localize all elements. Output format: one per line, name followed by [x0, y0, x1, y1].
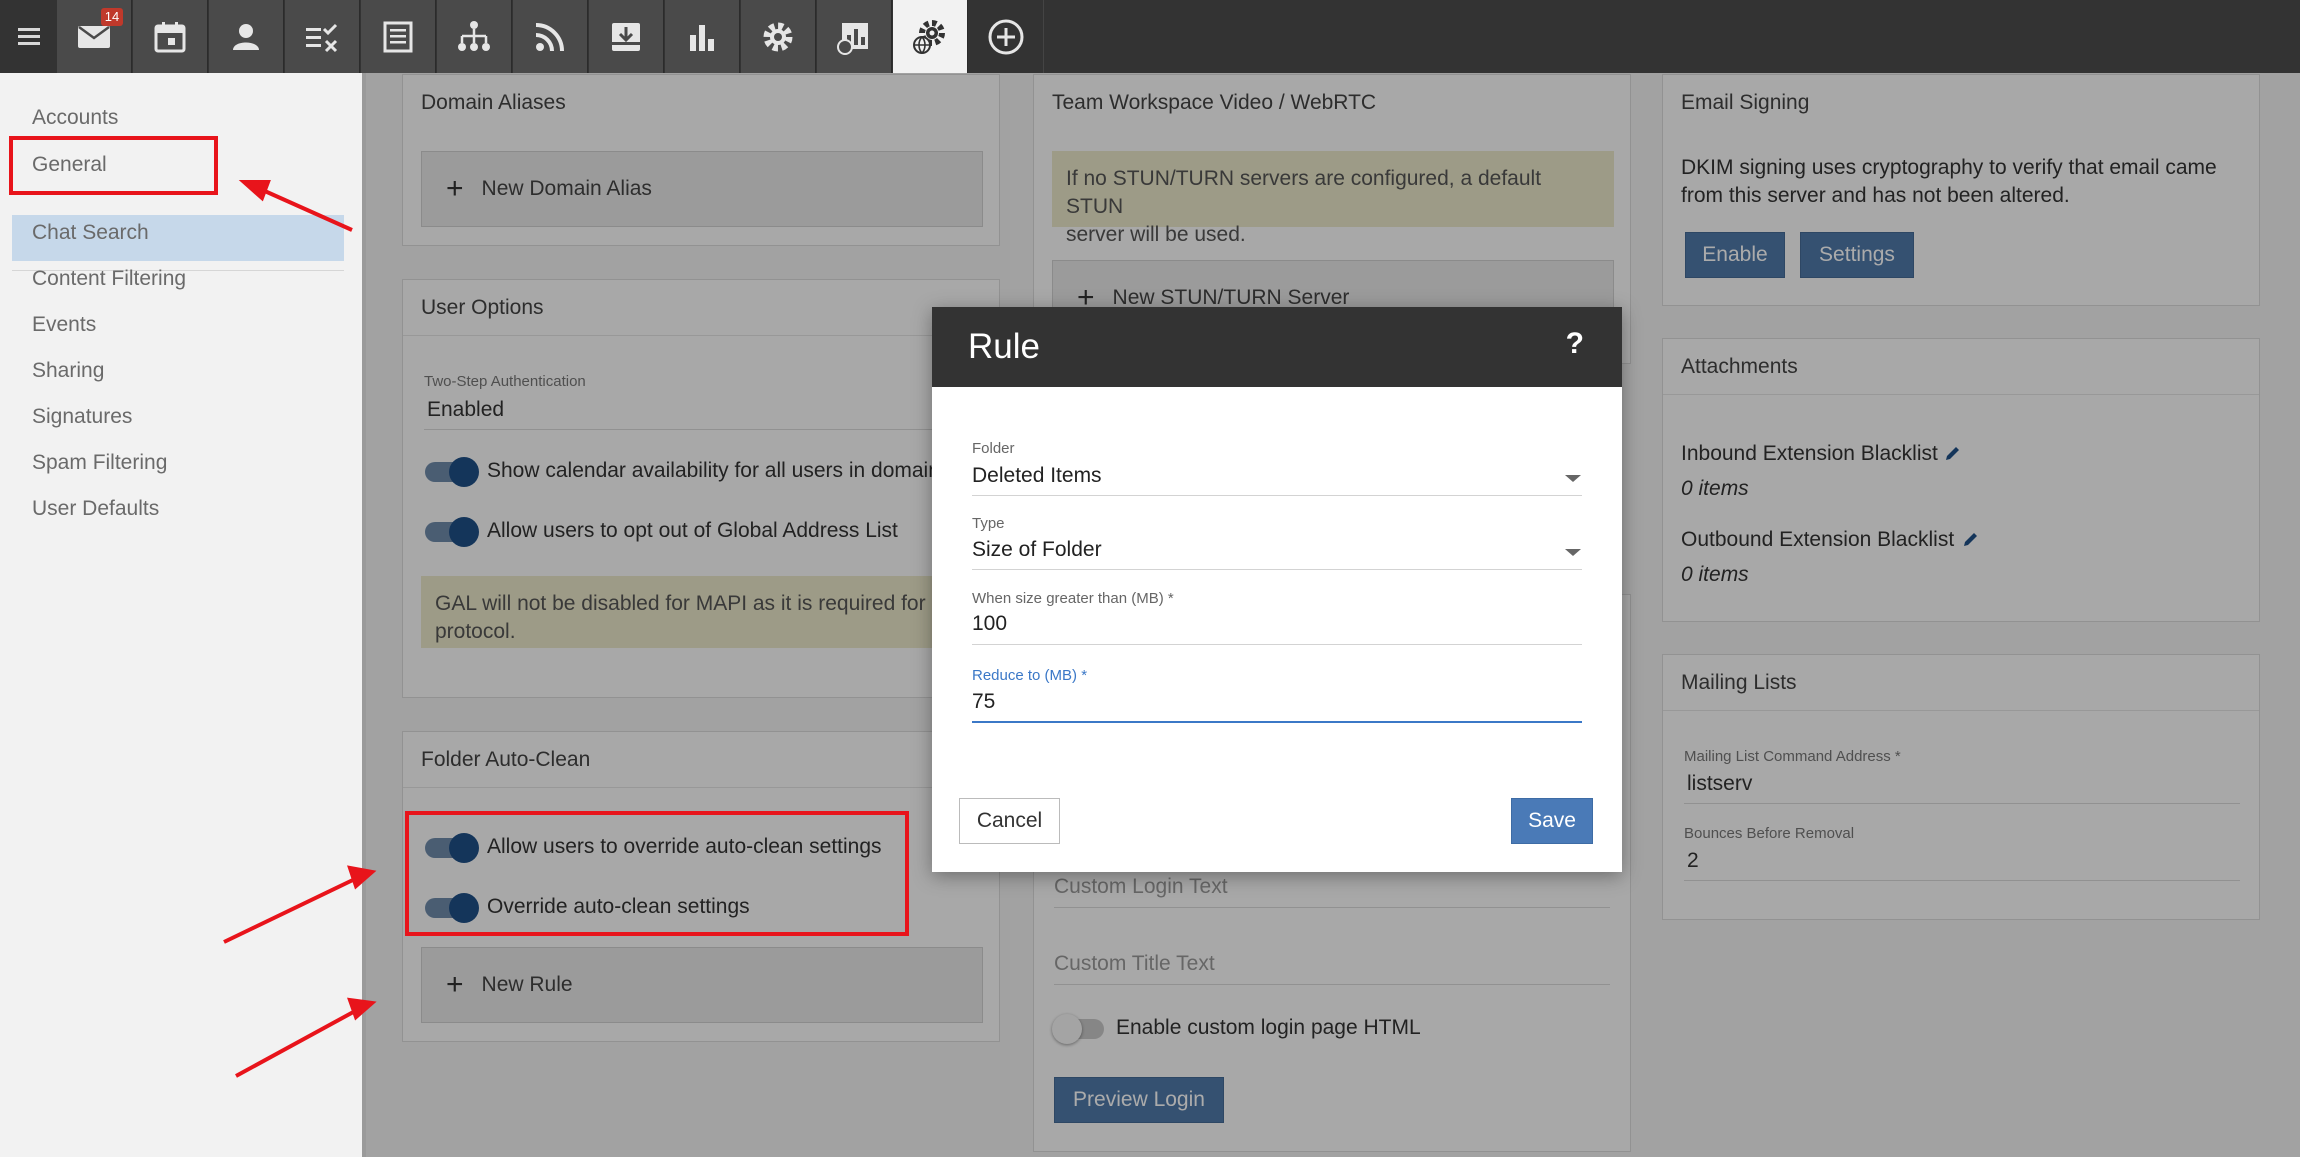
rule-dialog: Rule ? Folder Deleted Items Type Size of… — [932, 307, 1622, 872]
annotation-box-autoclean-toggles — [405, 811, 909, 936]
reports-icon[interactable] — [665, 0, 740, 73]
rss-icon[interactable] — [513, 0, 588, 73]
help-icon[interactable]: ? — [1566, 327, 1584, 361]
save-button[interactable]: Save — [1511, 798, 1593, 844]
folder-label: Folder — [972, 440, 1015, 457]
calendar-icon[interactable] — [133, 0, 208, 73]
sidebar-item-spam-filtering[interactable]: Spam Filtering — [32, 451, 167, 475]
cancel-button[interactable]: Cancel — [959, 798, 1060, 844]
reduce-to-label: Reduce to (MB) * — [972, 667, 1088, 684]
sidebar-item-content-filtering[interactable]: Content Filtering — [32, 267, 186, 291]
size-threshold-label: When size greater than (MB) * — [972, 590, 1174, 607]
reduce-to-input[interactable]: 75 — [972, 690, 995, 714]
add-icon[interactable] — [969, 0, 1044, 73]
field-underline — [972, 644, 1582, 645]
folder-select[interactable]: Deleted Items — [972, 464, 1102, 488]
notes-icon[interactable] — [361, 0, 436, 73]
settings-sidebar: Accounts General Chat Search Content Fil… — [0, 73, 366, 1157]
size-threshold-input[interactable]: 100 — [972, 612, 1007, 636]
type-label: Type — [972, 515, 1005, 532]
hamburger-menu-icon[interactable] — [0, 0, 57, 73]
field-underline — [972, 495, 1582, 496]
chevron-down-icon[interactable] — [1565, 475, 1581, 482]
sidebar-item-user-defaults[interactable]: User Defaults — [32, 497, 159, 521]
settings-icon[interactable] — [741, 0, 816, 73]
dialog-header: Rule ? — [932, 307, 1622, 387]
domain-settings-icon[interactable] — [893, 0, 968, 73]
tasks-icon[interactable] — [285, 0, 360, 73]
unread-badge: 14 — [101, 8, 123, 26]
sidebar-item-signatures[interactable]: Signatures — [32, 405, 132, 429]
sidebar-item-chat-search[interactable]: Chat Search — [32, 221, 149, 245]
chevron-down-icon[interactable] — [1565, 549, 1581, 556]
sidebar-item-events[interactable]: Events — [32, 313, 96, 337]
annotation-box-general — [9, 136, 218, 195]
field-underline — [972, 569, 1582, 570]
archive-icon[interactable] — [589, 0, 664, 73]
field-underline-focused — [972, 721, 1582, 723]
type-select[interactable]: Size of Folder — [972, 538, 1102, 562]
sidebar-item-accounts[interactable]: Accounts — [32, 106, 118, 130]
sidebar-item-sharing[interactable]: Sharing — [32, 359, 104, 383]
contacts-icon[interactable] — [209, 0, 284, 73]
dialog-title: Rule — [968, 327, 1040, 366]
org-chart-icon[interactable] — [437, 0, 512, 73]
top-app-bar: 14 — [0, 0, 2300, 73]
domain-reports-icon[interactable] — [817, 0, 892, 73]
mail-icon[interactable]: 14 — [57, 0, 132, 73]
